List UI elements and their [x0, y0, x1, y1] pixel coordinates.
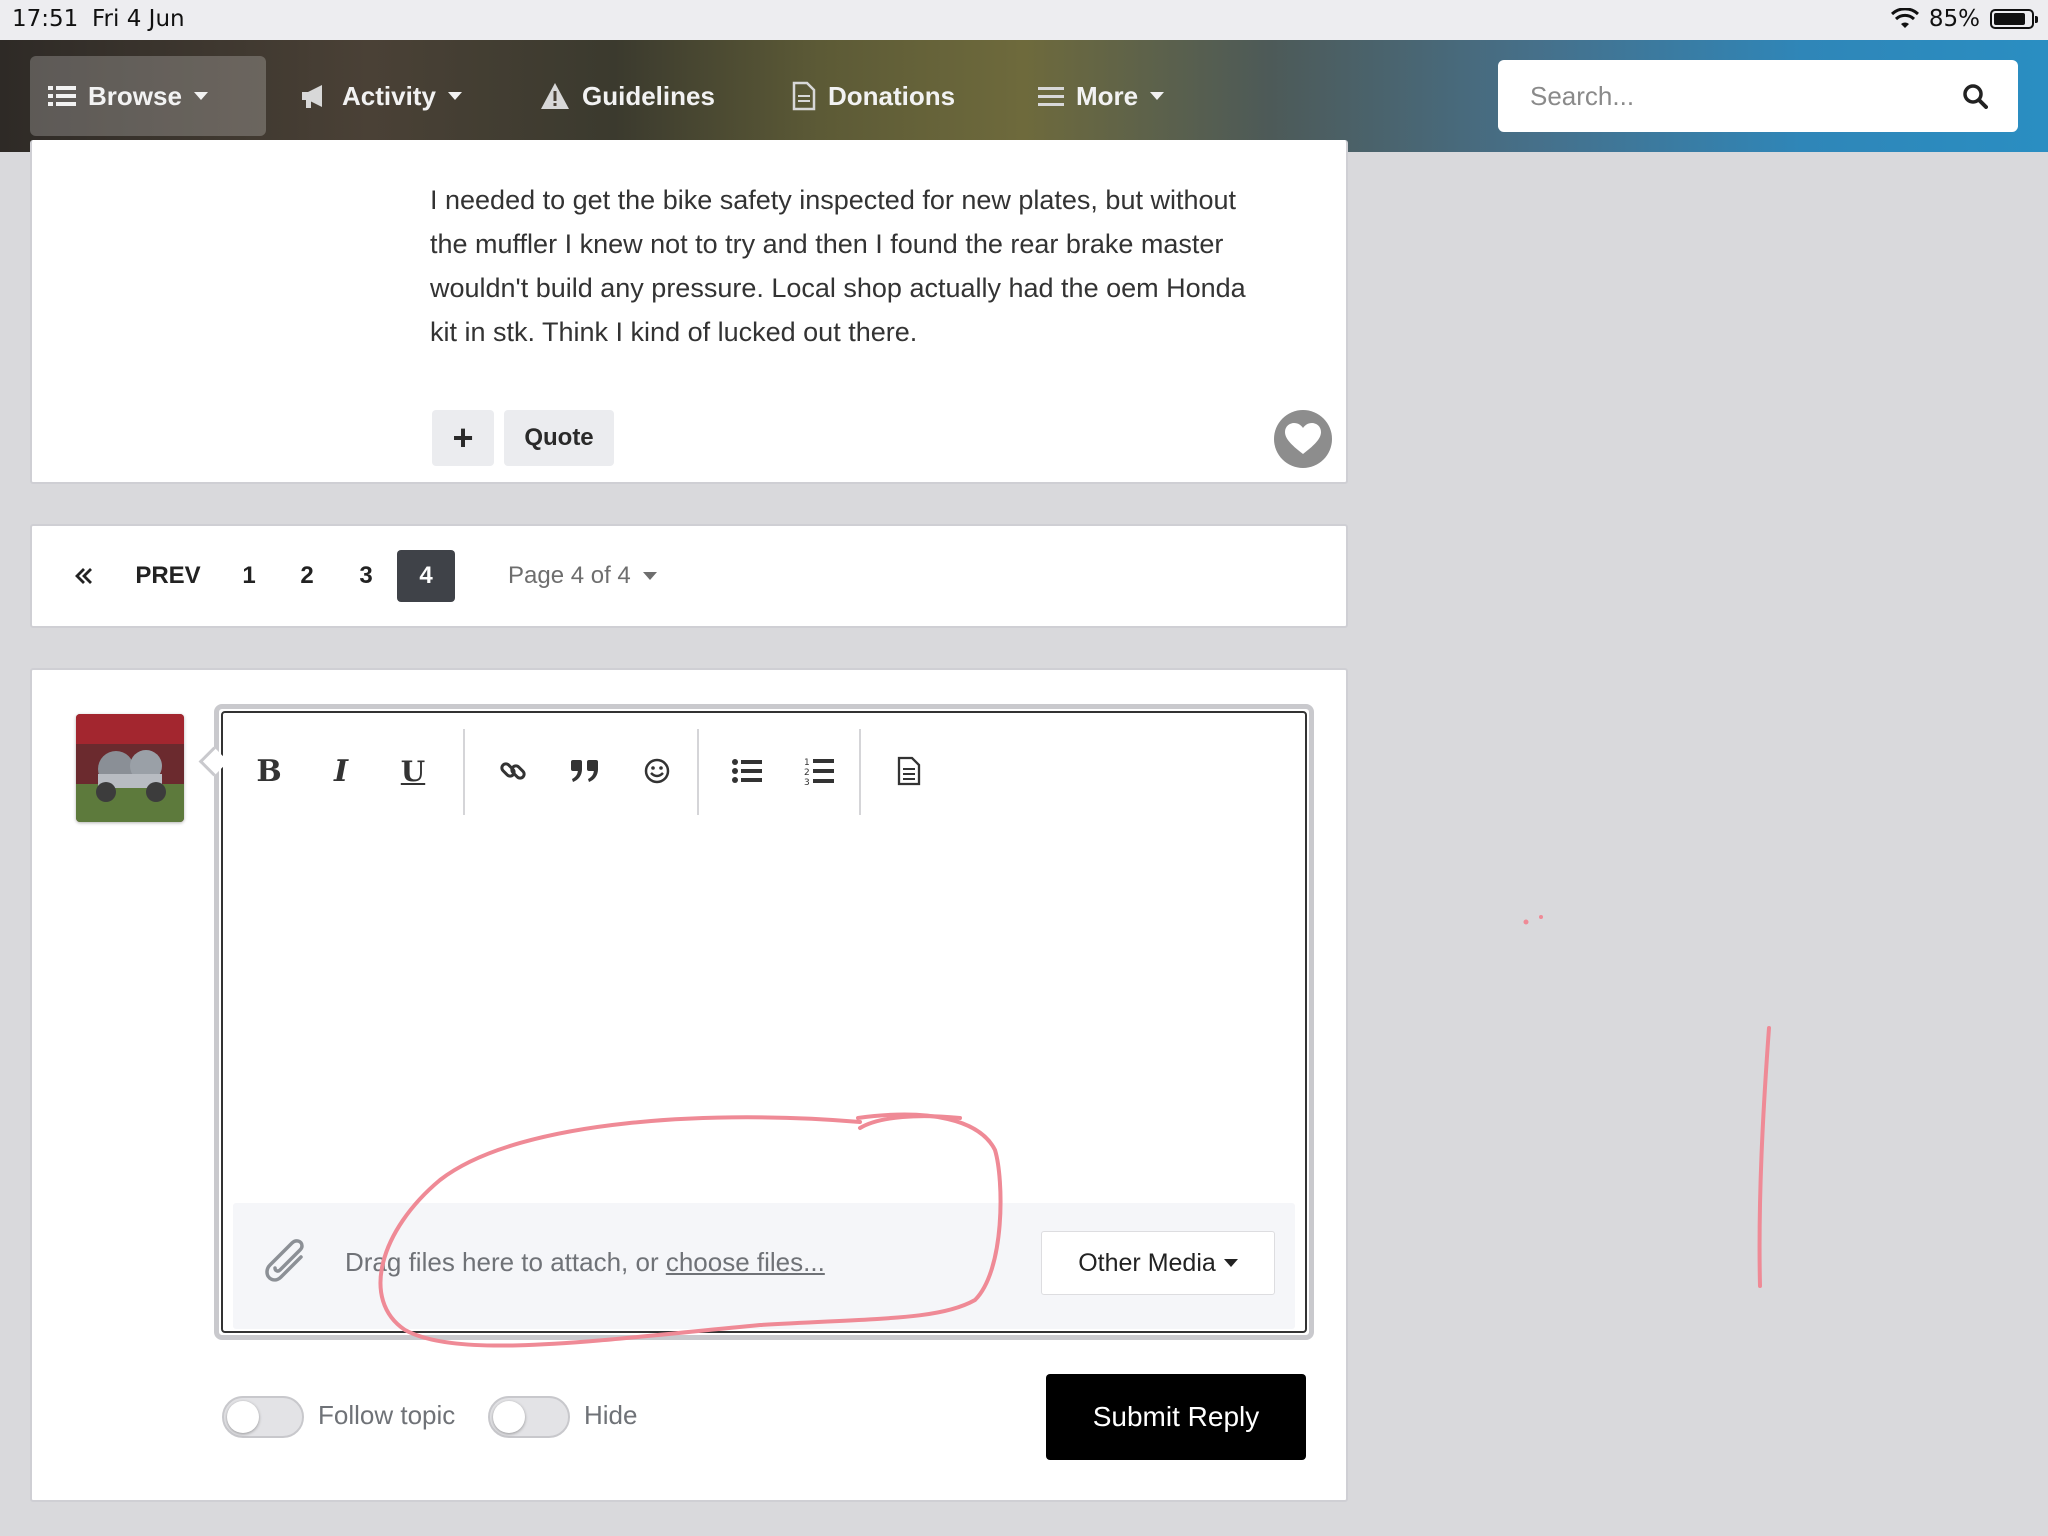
battery-icon [1990, 9, 2038, 29]
post-content: I needed to get the bike safety inspecte… [430, 178, 1330, 354]
like-button[interactable] [1274, 410, 1332, 468]
toolbar-divider [859, 729, 861, 815]
avatar[interactable] [76, 714, 184, 822]
follow-topic-toggle[interactable] [222, 1396, 304, 1438]
pagination-card [30, 524, 1348, 628]
link-icon [500, 762, 526, 780]
numbered-list-icon: 1 2 3 [804, 758, 834, 786]
prev-button[interactable]: PREV [132, 550, 204, 602]
document-icon [897, 756, 921, 786]
numbered-list-button[interactable]: 1 2 3 [791, 741, 847, 801]
first-page-button[interactable] [68, 550, 100, 602]
follow-topic-label: Follow topic [318, 1400, 456, 1430]
nav-more[interactable]: More [1020, 56, 1182, 136]
status-time: 17:51 [12, 6, 79, 32]
status-date: Fri 4 Jun [92, 6, 185, 32]
chevron-down-icon [642, 572, 657, 580]
post-line: I needed to get the bike safety inspecte… [430, 185, 1237, 215]
other-media-button[interactable]: Other Media [1041, 1231, 1275, 1295]
megaphone-icon [302, 85, 322, 108]
annotation-dot [1539, 915, 1543, 919]
nav-activity-label: Activity [342, 80, 436, 111]
double-chevron-left-icon [75, 568, 92, 584]
italic-label: I [333, 753, 349, 789]
document-icon [792, 81, 816, 111]
page-jump-dropdown[interactable]: Page 4 of 4 [508, 550, 657, 602]
chevron-down-icon [1223, 1259, 1238, 1267]
smiley-icon [644, 758, 670, 784]
nav-guidelines[interactable]: Guidelines [522, 56, 733, 136]
editor-frame: B I U 1 2 3 Drag files here to attach, o… [221, 711, 1307, 1333]
list-icon [48, 86, 76, 106]
toolbar-divider [697, 729, 699, 815]
chevron-down-icon [193, 92, 208, 100]
post-line: wouldn't build any pressure. Local shop … [430, 273, 1246, 303]
annotation-dot [1523, 919, 1529, 925]
page-link-current[interactable]: 4 [397, 550, 455, 602]
nav-browse[interactable]: Browse [30, 56, 266, 136]
heart-icon [1285, 423, 1321, 454]
bold-label: B [256, 753, 282, 789]
blockquote-button[interactable] [557, 741, 613, 801]
attach-hint: Drag files here to attach, or choose fil… [345, 1247, 825, 1278]
submit-reply-button[interactable]: Submit Reply [1046, 1374, 1306, 1460]
status-right: 85% [1890, 6, 2038, 32]
annotation-line [1757, 1026, 1771, 1288]
nav-more-label: More [1076, 80, 1139, 111]
nav-donations-label: Donations [828, 80, 956, 111]
page-link-2[interactable]: 2 [290, 550, 324, 602]
nav-browse-label: Browse [88, 80, 182, 111]
attach-text: Drag files here to attach, or [345, 1247, 666, 1277]
emoji-button[interactable] [629, 741, 685, 801]
status-bar: 17:51 Fri 4 Jun 85% [0, 0, 2048, 40]
quote-icon [571, 760, 598, 782]
page-link-3[interactable]: 3 [349, 550, 383, 602]
battery-percent: 85% [1928, 6, 1980, 32]
warning-icon [541, 83, 569, 109]
toggle-knob [493, 1401, 525, 1433]
source-button[interactable] [881, 741, 937, 801]
search-input[interactable] [1528, 79, 1962, 113]
page-jump-label: Page 4 of 4 [508, 562, 631, 589]
top-nav: Browse Activity Guidelines Donations Mor… [0, 40, 2048, 152]
svg-text:1: 1 [804, 758, 810, 768]
bullet-list-button[interactable] [719, 741, 775, 801]
nav-donations[interactable]: Donations [774, 56, 973, 136]
search-icon[interactable] [1962, 83, 1988, 109]
page-link-1[interactable]: 1 [232, 550, 266, 602]
choose-files-link[interactable]: choose files... [666, 1247, 825, 1277]
svg-text:3: 3 [804, 778, 810, 786]
nav-activity[interactable]: Activity [282, 56, 480, 136]
toolbar-divider [463, 729, 465, 815]
chevron-down-icon [1150, 92, 1165, 100]
toggle-knob [227, 1401, 259, 1433]
reply-editor: B I U 1 2 3 Drag files here to attach, o… [214, 704, 1314, 1340]
hide-toggle[interactable] [488, 1396, 570, 1438]
bullet-list-icon [732, 759, 762, 783]
link-button[interactable] [485, 741, 541, 801]
underline-button[interactable]: U [385, 741, 441, 801]
chevron-down-icon [447, 92, 462, 100]
attachment-area[interactable]: Drag files here to attach, or choose fil… [233, 1203, 1295, 1329]
paperclip-icon [265, 1239, 304, 1282]
bold-button[interactable]: B [241, 741, 297, 801]
svg-text:2: 2 [804, 768, 810, 778]
underline-label: U [400, 754, 426, 788]
other-media-label: Other Media [1078, 1248, 1216, 1277]
search-box [1498, 60, 2018, 132]
avatar-image [76, 714, 184, 822]
plus-button[interactable]: + [432, 410, 494, 466]
post-line: kit in stk. Think I kind of lucked out t… [430, 317, 918, 347]
quote-button[interactable]: Quote [504, 410, 614, 466]
menu-icon [1038, 87, 1064, 106]
nav-guidelines-label: Guidelines [582, 80, 715, 111]
italic-button[interactable]: I [313, 741, 369, 801]
post-line: the muffler I knew not to try and then I… [430, 229, 1224, 259]
hide-label: Hide [584, 1400, 638, 1430]
wifi-icon [1890, 8, 1919, 28]
